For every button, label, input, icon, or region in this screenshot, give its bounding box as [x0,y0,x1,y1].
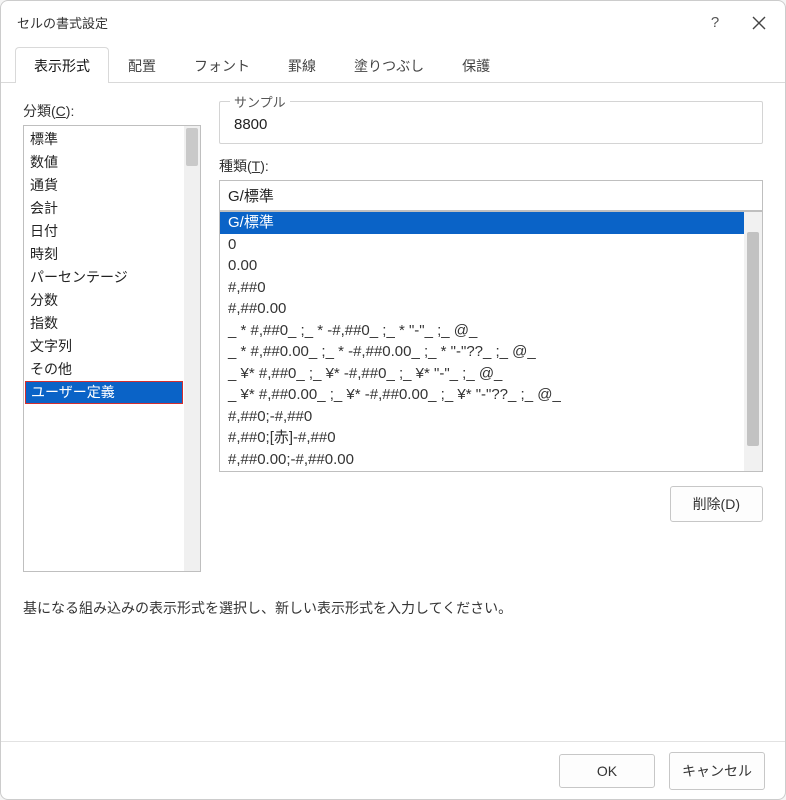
format-cells-dialog: セルの書式設定 ? 表示形式配置フォント罫線塗りつぶし保護 分類(C): 標準数… [0,0,786,800]
category-item[interactable]: 数値 [24,151,200,174]
tab-3[interactable]: 罫線 [269,47,335,83]
format-code-item[interactable]: #,##0 [220,277,762,299]
category-item[interactable]: 文字列 [24,335,200,358]
cancel-button[interactable]: キャンセル [669,752,765,790]
format-code-listbox[interactable]: G/標準00.00#,##0#,##0.00_ * #,##0_ ;_ * -#… [219,211,763,472]
format-code-item[interactable]: G/標準 [220,212,744,234]
category-label: 分類(C): [23,101,201,121]
close-button[interactable] [739,7,779,39]
format-scroll-thumb[interactable] [747,232,759,446]
category-item[interactable]: 時刻 [24,243,200,266]
format-code-item[interactable]: #,##0;[赤]-#,##0 [220,427,762,449]
tab-2[interactable]: フォント [175,47,269,83]
sample-legend: サンプル [230,92,290,111]
delete-button[interactable]: 削除(D) [670,486,763,522]
category-scroll-thumb[interactable] [186,128,198,166]
type-input[interactable] [219,180,763,211]
dialog-title: セルの書式設定 [17,13,695,32]
format-code-item[interactable]: #,##0;-#,##0 [220,406,762,428]
tab-5[interactable]: 保護 [443,47,509,83]
format-code-item[interactable]: _ ¥* #,##0.00_ ;_ ¥* -#,##0.00_ ;_ ¥* "-… [220,384,762,406]
category-item[interactable]: 指数 [24,312,200,335]
titlebar: セルの書式設定 ? [1,1,785,45]
format-code-item[interactable]: #,##0.00 [220,298,762,320]
format-code-item[interactable]: _ * #,##0.00_ ;_ * -#,##0.00_ ;_ * "-"??… [220,341,762,363]
type-label: 種類(T): [219,156,763,176]
format-code-item[interactable]: _ * #,##0_ ;_ * -#,##0_ ;_ * "-"_ ;_ @_ [220,320,762,342]
category-item[interactable]: 会計 [24,197,200,220]
category-item[interactable]: ユーザー定義 [25,381,183,404]
tab-4[interactable]: 塗りつぶし [335,47,443,83]
category-item[interactable]: 通貨 [24,174,200,197]
category-item[interactable]: パーセンテージ [24,266,200,289]
sample-value: 8800 [230,108,752,133]
format-code-item[interactable]: 0 [220,234,762,256]
category-item[interactable]: 標準 [24,128,200,151]
category-listbox[interactable]: 標準数値通貨会計日付時刻パーセンテージ分数指数文字列その他ユーザー定義 [23,125,201,572]
format-code-item[interactable]: _ ¥* #,##0_ ;_ ¥* -#,##0_ ;_ ¥* "-"_ ;_ … [220,363,762,385]
tab-0[interactable]: 表示形式 [15,47,109,83]
format-code-item[interactable]: #,##0.00;-#,##0.00 [220,449,762,471]
category-item[interactable]: 分数 [24,289,200,312]
hint-text: 基になる組み込みの表示形式を選択し、新しい表示形式を入力してください。 [23,572,763,618]
format-scrollbar[interactable] [744,212,762,471]
ok-button[interactable]: OK [559,754,655,788]
category-scrollbar[interactable] [184,126,200,571]
sample-box: サンプル 8800 [219,101,763,144]
category-item[interactable]: その他 [24,358,200,381]
tab-strip: 表示形式配置フォント罫線塗りつぶし保護 [1,45,785,83]
category-item[interactable]: 日付 [24,220,200,243]
format-code-item[interactable]: 0.00 [220,255,762,277]
tab-1[interactable]: 配置 [109,47,175,83]
close-icon [752,16,766,30]
help-button[interactable]: ? [695,7,735,39]
number-format-panel: 分類(C): 標準数値通貨会計日付時刻パーセンテージ分数指数文字列その他ユーザー… [1,83,785,741]
dialog-footer: OK キャンセル [1,741,785,799]
